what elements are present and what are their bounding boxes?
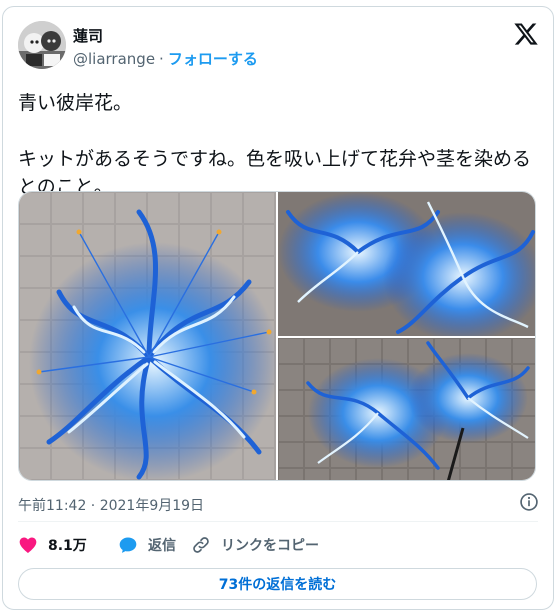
divider	[18, 521, 538, 522]
tweet-timestamp[interactable]: 午前11:42 · 2021年9月19日	[18, 495, 204, 515]
speech-bubble-icon	[119, 537, 137, 553]
like-count: 8.1万	[48, 538, 87, 554]
read-replies-button[interactable]: 73件の返信を読む	[18, 568, 537, 600]
reply-label: 返信	[148, 538, 176, 554]
author-handle-line: @liarrange · フォローする	[73, 48, 258, 69]
reply-button[interactable]: 返信	[118, 531, 176, 559]
photo-3[interactable]	[278, 338, 535, 480]
link-icon	[193, 537, 209, 553]
info-icon[interactable]	[519, 492, 539, 512]
heart-icon	[19, 537, 37, 553]
photo-1[interactable]	[19, 192, 276, 480]
author-handle[interactable]: @liarrange	[73, 50, 155, 68]
media-grid	[18, 191, 536, 481]
author-display-name[interactable]: 蓮司	[73, 25, 103, 46]
handle-separator: ·	[159, 50, 164, 68]
tweet-card: 蓮司 @liarrange · フォローする 青い彼岸花。 キットがあるそうですね。…	[2, 6, 554, 610]
follow-button[interactable]: フォローする	[168, 50, 258, 68]
like-button[interactable]: 8.1万	[18, 531, 87, 559]
avatar-image	[18, 21, 66, 69]
photo-2[interactable]	[278, 192, 535, 336]
action-bar: 8.1万 返信 リンクをコピー	[18, 531, 538, 559]
copy-link-label: リンクをコピー	[221, 538, 319, 554]
tweet-text: 青い彼岸花。 キットがあるそうですね。色を吸い上げて花弁や茎を染めるとのこと。	[18, 92, 532, 198]
avatar[interactable]	[18, 21, 66, 69]
copy-link-button[interactable]: リンクをコピー	[191, 531, 319, 559]
x-logo-icon[interactable]	[513, 21, 539, 47]
